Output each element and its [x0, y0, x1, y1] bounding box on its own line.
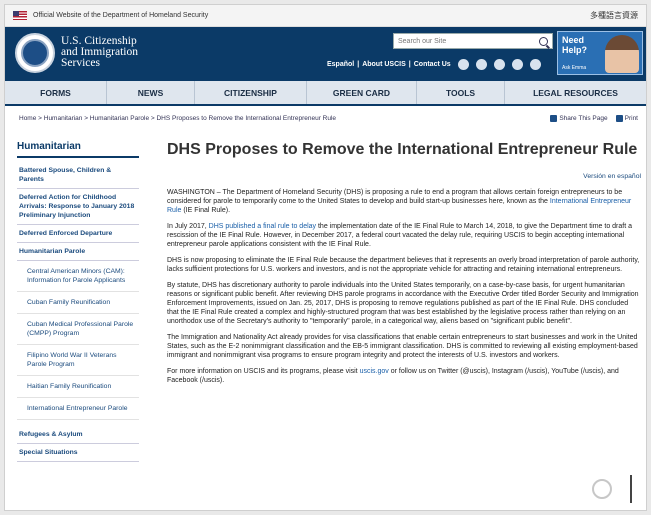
page-title: DHS Proposes to Remove the International… — [167, 141, 638, 158]
twitter-icon[interactable] — [475, 59, 487, 70]
paragraph-1: WASHINGTON – The Department of Homeland … — [167, 189, 632, 214]
watermark-icon — [592, 479, 612, 499]
paragraph-5: The Immigration and Nationality Act alre… — [167, 334, 638, 359]
youtube-icon[interactable] — [493, 59, 505, 70]
agency-name[interactable]: U.S. Citizenship and Immigration Service… — [61, 35, 138, 69]
search-icon[interactable] — [539, 36, 548, 46]
print-button[interactable]: Print — [615, 115, 638, 122]
sidebar-subitem-cam[interactable]: Central American Minors (CAM): Informati… — [17, 261, 139, 292]
nav-citizenship[interactable]: CITIZENSHIP — [195, 81, 307, 104]
about-link[interactable]: About USCIS — [362, 61, 406, 68]
sidebar-subitem-haitian[interactable]: Haitian Family Reunification — [17, 376, 139, 398]
uscis-gov-link[interactable]: uscis.gov — [360, 368, 389, 375]
sidebar-item-daca[interactable]: Deferred Action for Childhood Arrivals: … — [17, 189, 139, 225]
sidebar-item-humanitarian-parole[interactable]: Humanitarian Parole — [17, 243, 139, 261]
paragraph-4: By statute, DHS has discretionary author… — [167, 282, 639, 325]
main-nav: FORMS NEWS CITIZENSHIP GREEN CARD TOOLS … — [5, 81, 646, 106]
sidebar-item-ded[interactable]: Deferred Enforced Departure — [17, 225, 139, 243]
nav-green-card[interactable]: GREEN CARD — [307, 81, 417, 104]
delay-rule-link[interactable]: DHS published a final rule to delay — [209, 223, 316, 230]
emma-avatar — [605, 35, 639, 73]
sidebar-subitem-filipino[interactable]: Filipino World War II Veterans Parole Pr… — [17, 345, 139, 376]
breadcrumb-row: Home > Humanitarian > Humanitarian Parol… — [19, 115, 638, 122]
search-input[interactable]: Search our Site — [393, 33, 553, 49]
breadcrumb[interactable]: Home > Humanitarian > Humanitarian Parol… — [19, 115, 336, 122]
sidebar-item-special[interactable]: Special Situations — [17, 444, 139, 462]
official-text: Official Website of the Department of Ho… — [33, 12, 209, 19]
site-header: U.S. Citizenship and Immigration Service… — [5, 27, 646, 81]
share-button[interactable]: Share This Page — [550, 115, 608, 122]
sidebar-subitem-cuban-family[interactable]: Cuban Family Reunification — [17, 292, 139, 314]
email-icon[interactable] — [529, 59, 541, 70]
espanol-link[interactable]: Español — [327, 61, 354, 68]
sidebar-subitem-cmpp[interactable]: Cuban Medical Professional Parole (CMPP)… — [17, 314, 139, 345]
facebook-icon[interactable] — [457, 59, 469, 70]
paragraph-3: DHS is now proposing to eliminate the IE… — [167, 257, 640, 273]
print-icon — [615, 115, 623, 122]
share-icon — [550, 115, 558, 122]
nav-news[interactable]: NEWS — [107, 81, 195, 104]
us-flag-icon — [13, 11, 27, 20]
sidebar-item-battered-spouse[interactable]: Battered Spouse, Children & Parents — [17, 162, 139, 189]
contact-link[interactable]: Contact Us — [414, 61, 451, 68]
browser-frame: Official Website of the Department of Ho… — [4, 4, 647, 511]
sidebar-heading[interactable]: Humanitarian — [17, 141, 139, 158]
sidebar-item-refugees[interactable]: Refugees & Asylum — [17, 426, 139, 444]
paragraph-6: For more information on USCIS and its pr… — [167, 368, 619, 384]
languages-link[interactable]: 多種語言資源 — [590, 10, 638, 21]
scrollbar[interactable] — [630, 475, 632, 503]
sidebar: Humanitarian Battered Spouse, Children &… — [17, 141, 139, 462]
nav-legal-resources[interactable]: LEGAL RESOURCES — [505, 81, 646, 104]
official-banner: Official Website of the Department of Ho… — [5, 5, 646, 27]
nav-tools[interactable]: TOOLS — [417, 81, 505, 104]
spanish-version-link[interactable]: Versión en español — [167, 173, 641, 180]
paragraph-2: In July 2017, DHS published a final rule… — [167, 223, 632, 248]
dhs-seal-icon[interactable] — [15, 33, 55, 73]
instagram-icon[interactable] — [511, 59, 523, 70]
header-links: Español | About USCIS | Contact Us — [327, 59, 541, 70]
nav-forms[interactable]: FORMS — [5, 81, 107, 104]
need-help-widget[interactable]: Need Help? Ask Emma — [557, 31, 643, 75]
article: DHS Proposes to Remove the International… — [167, 141, 641, 392]
sidebar-subitem-entrepreneur[interactable]: International Entrepreneur Parole — [17, 398, 139, 420]
